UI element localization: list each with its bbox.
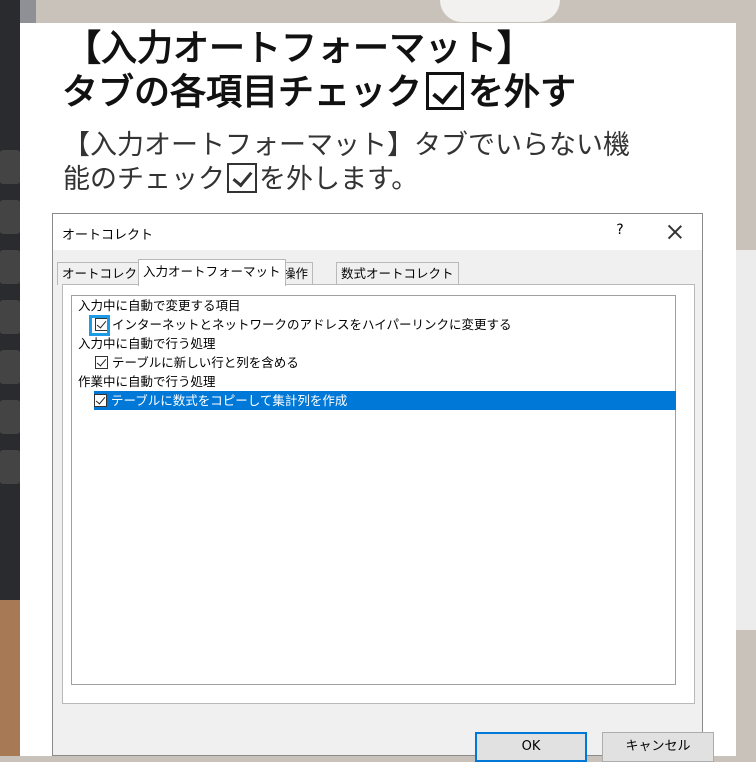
group-heading: 入力中に自動で行う処理 [78,336,216,351]
dialog-title: オートコレクト [62,228,154,243]
subtitle-line-1: 【入力オートフォーマット】タブでいらない機 [63,130,630,161]
coffee-mug [440,0,560,22]
keyboard-key [0,300,20,334]
checkbox-checked[interactable] [95,318,108,331]
autocorrect-dialog: オートコレクト ? オートコレクト 入力オートフォーマット 操作 数式オートコレ… [52,213,714,762]
title-line-2-tail: を外す [468,72,577,113]
option-include-rows-columns[interactable]: テーブルに新しい行と列を含める [95,353,299,372]
option-label: インターネットとネットワークのアドレスをハイパーリンクに変更する [112,317,512,332]
keyboard-key [0,400,20,434]
subtitle-line-2-tail: を外します。 [259,164,419,195]
tab-panel: 入力中に自動で変更する項目 インターネットとネットワークのアドレスをハイパーリン… [62,284,695,704]
article-title: 【入力オートフォーマット】 タブの各項目チェック を外す [62,27,576,115]
checkmark-box-icon [426,72,465,110]
article-subtitle: 【入力オートフォーマット】タブでいらない機 能のチェック を外します。 [63,129,630,197]
title-line-2: タブの各項目チェック を外す [62,71,576,115]
option-calculated-columns[interactable]: テーブルに数式をコピーして集計列を作成 [94,391,676,410]
checkbox-checked[interactable] [94,394,107,407]
close-icon[interactable] [663,220,687,244]
help-button[interactable]: ? [610,222,630,238]
subtitle-line-2: 能のチェック を外します。 [63,163,630,197]
tab-math-autocorrect[interactable]: 数式オートコレクト [336,262,459,285]
group-heading: 入力中に自動で変更する項目 [78,298,241,313]
cancel-button[interactable]: キャンセル [602,732,714,762]
options-list: 入力中に自動で変更する項目 インターネットとネットワークのアドレスをハイパーリン… [71,295,676,685]
keyboard-key [0,250,20,284]
keyboard-key [0,350,20,384]
tab-autoformat-as-you-type[interactable]: 入力オートフォーマット [138,259,286,286]
checkmark-box-icon [227,163,257,193]
title-line-2-text: タブの各項目チェック [62,72,423,113]
keyboard-key [0,150,20,184]
subtitle-line-2-text: 能のチェック [63,164,225,195]
dialog-titlebar: オートコレクト ? [53,214,702,250]
option-hyperlink-paths[interactable]: インターネットとネットワークのアドレスをハイパーリンクに変更する [95,315,512,334]
title-line-1: 【入力オートフォーマット】 [65,28,534,69]
group-heading: 作業中に自動で行う処理 [78,374,216,389]
keyboard-key [0,200,20,234]
article-card: 【入力オートフォーマット】 タブの各項目チェック を外す 【入力オートフォーマット… [20,23,736,762]
keyboard-key [0,450,20,484]
option-label: テーブルに新しい行と列を含める [112,355,299,370]
option-label: テーブルに数式をコピーして集計列を作成 [111,393,348,408]
checkbox-checked[interactable] [95,356,108,369]
ok-button[interactable]: OK [475,732,587,762]
